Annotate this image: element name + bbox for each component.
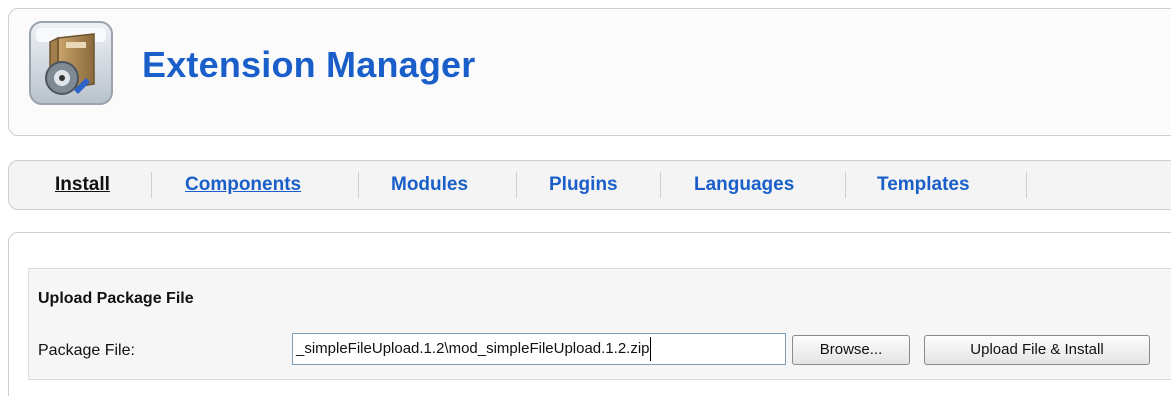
upload-install-button[interactable]: Upload File & Install xyxy=(924,335,1150,365)
tab-modules[interactable]: Modules xyxy=(391,174,468,196)
tab-languages[interactable]: Languages xyxy=(694,174,794,196)
page-title: Extension Manager xyxy=(142,44,476,85)
tab-separator xyxy=(845,172,846,198)
tab-separator xyxy=(1026,172,1027,198)
package-file-label: Package File: xyxy=(38,342,135,359)
package-file-input[interactable]: _simpleFileUpload.1.2\mod_simpleFileUplo… xyxy=(292,333,786,365)
tab-separator xyxy=(660,172,661,198)
tab-separator xyxy=(516,172,517,198)
upload-section-title: Upload Package File xyxy=(38,290,194,307)
tab-templates[interactable]: Templates xyxy=(877,174,970,196)
browse-button[interactable]: Browse... xyxy=(792,335,910,365)
package-box-icon xyxy=(29,21,113,105)
tab-separator xyxy=(358,172,359,198)
tab-plugins[interactable]: Plugins xyxy=(549,174,618,196)
text-caret xyxy=(650,337,651,361)
tab-components[interactable]: Components xyxy=(185,174,301,196)
extension-manager-page: Extension Manager Install Components Mod… xyxy=(0,0,1171,396)
tab-separator xyxy=(151,172,152,198)
tab-install[interactable]: Install xyxy=(55,174,110,196)
